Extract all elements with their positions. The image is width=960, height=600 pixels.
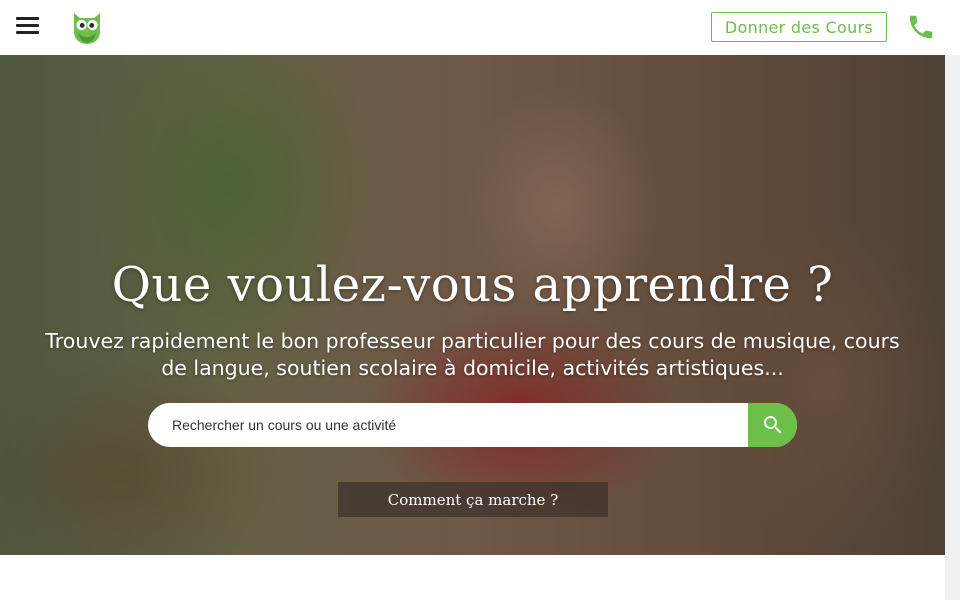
hero-subtitle: Trouvez rapidement le bon professeur par… xyxy=(10,328,935,382)
how-it-works-button[interactable]: Comment ça marche ? xyxy=(338,482,608,517)
hero-subtitle-line-2: de langue, soutien scolaire à domicile, … xyxy=(161,356,784,380)
search-icon xyxy=(763,416,781,434)
hamburger-menu-icon[interactable] xyxy=(16,17,39,35)
course-search-input[interactable] xyxy=(148,403,748,447)
owl-logo-icon[interactable] xyxy=(70,9,104,45)
hero-title: Que voulez-vous apprendre ? xyxy=(111,257,834,313)
phone-icon[interactable] xyxy=(906,12,936,42)
course-search-bar xyxy=(148,403,797,447)
top-navigation-bar: Donner des Cours xyxy=(0,0,960,55)
search-button[interactable] xyxy=(748,403,797,447)
hero-banner: Que voulez-vous apprendre ? Trouvez rapi… xyxy=(0,55,945,555)
give-lessons-button[interactable]: Donner des Cours xyxy=(711,12,887,42)
hero-content: Que voulez-vous apprendre ? Trouvez rapi… xyxy=(0,55,945,555)
page-scrollbar[interactable] xyxy=(945,55,960,600)
hero-subtitle-line-1: Trouvez rapidement le bon professeur par… xyxy=(45,329,900,353)
